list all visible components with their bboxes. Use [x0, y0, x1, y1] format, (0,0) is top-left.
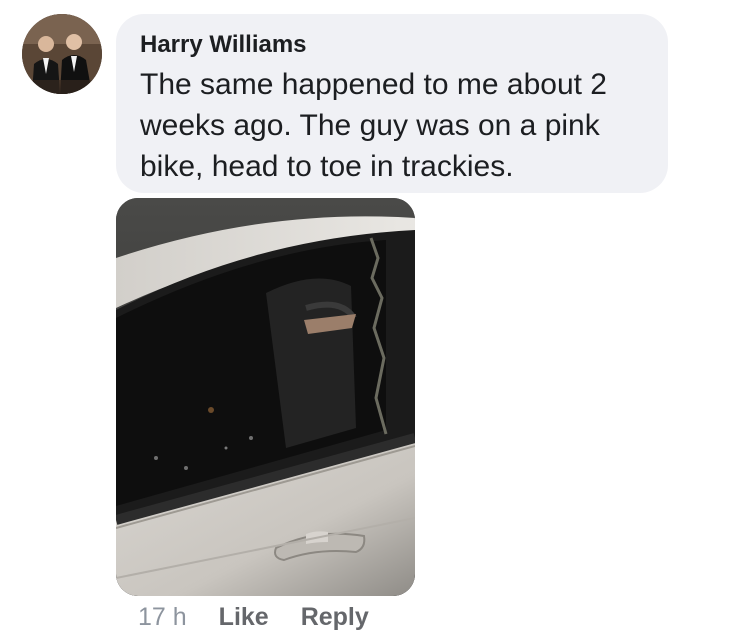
- comment-actions: 17 h Like Reply: [138, 601, 369, 633]
- author-avatar[interactable]: [22, 14, 102, 94]
- broken-car-window-photo-icon: [116, 198, 415, 596]
- like-button[interactable]: Like: [219, 603, 269, 632]
- reply-button[interactable]: Reply: [301, 603, 369, 632]
- comment-text-line: weeks ago. The guy was on a pink: [140, 109, 600, 142]
- comment-photo-attachment[interactable]: [116, 198, 415, 596]
- comment-timestamp[interactable]: 17 h: [138, 603, 187, 632]
- comment-text-line: The same happened to me about 2: [140, 68, 607, 101]
- comment-bubble: Harry Williams The same happened to me a…: [116, 14, 668, 193]
- comment-text: The same happened to me about 2 weeks ag…: [140, 64, 644, 187]
- comment-text-line: bike, head to toe in trackies.: [140, 150, 514, 183]
- author-name[interactable]: Harry Williams: [140, 30, 644, 60]
- avatar-photo-icon: [22, 14, 102, 94]
